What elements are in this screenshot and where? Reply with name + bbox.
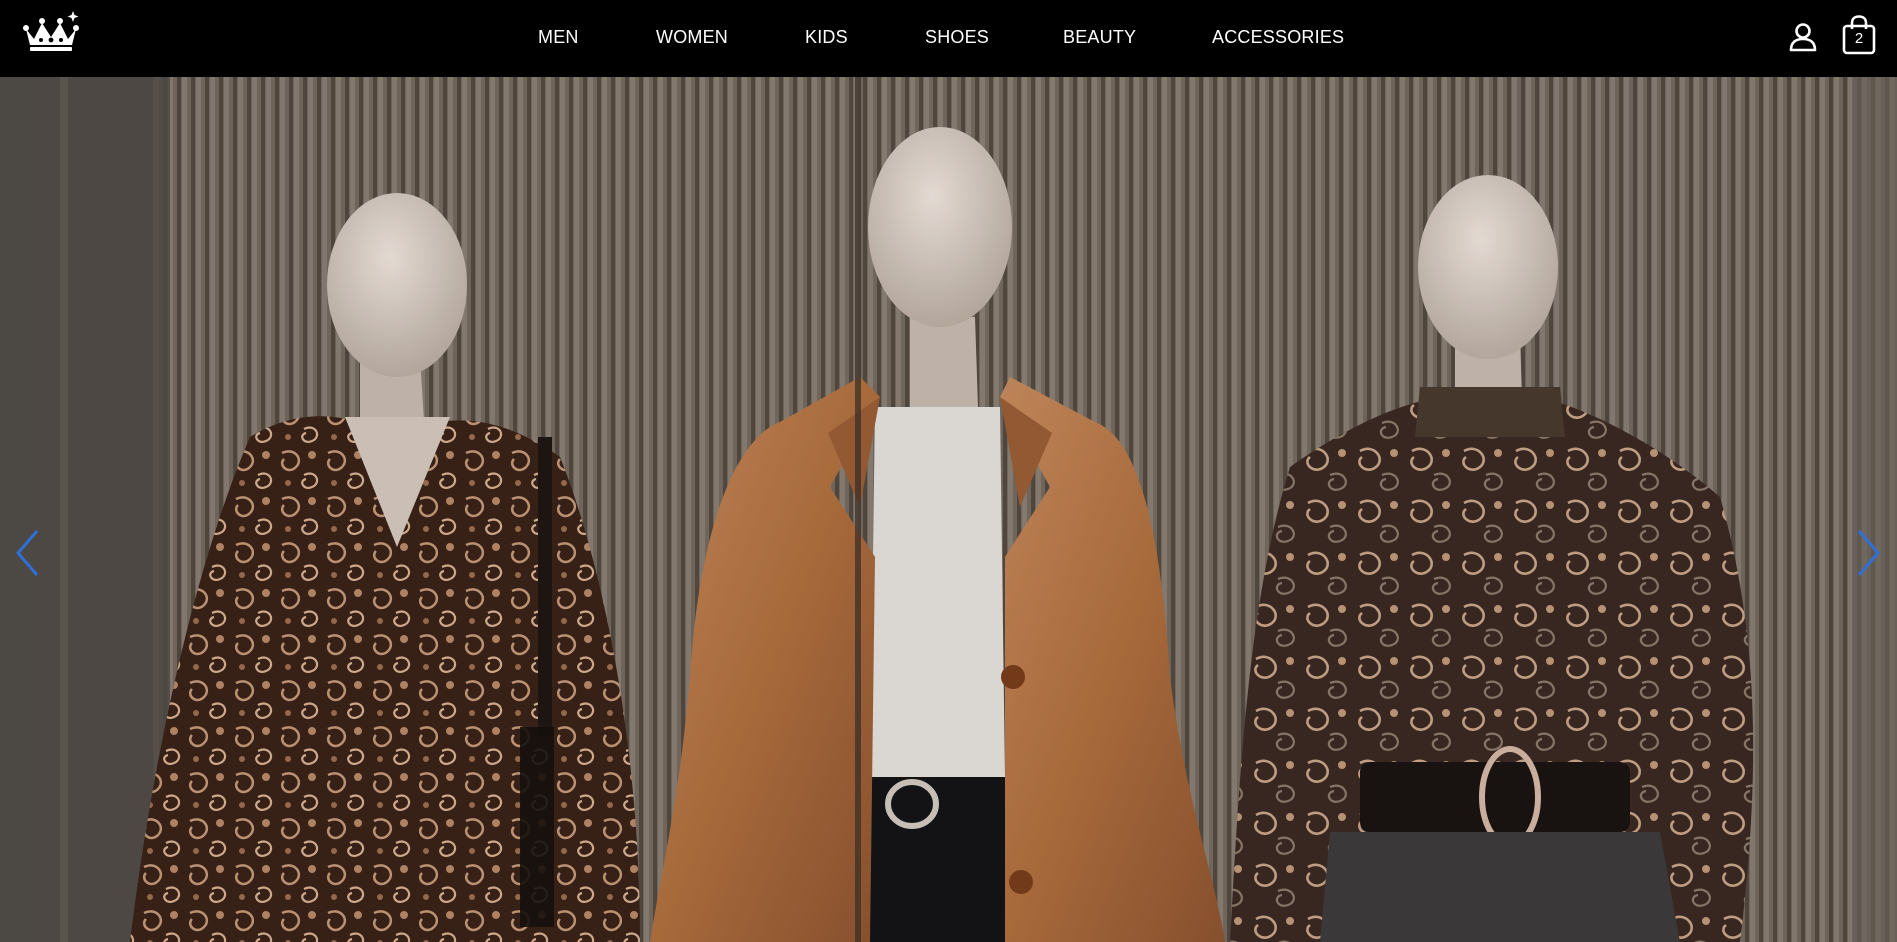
nav-link-shoes[interactable]: SHOES xyxy=(925,27,989,48)
nav-link-women[interactable]: WOMEN xyxy=(656,27,728,48)
main-nav: MEN WOMEN KIDS SHOES BEAUTY ACCESSORIES xyxy=(0,0,1897,77)
nav-link-beauty[interactable]: BEAUTY xyxy=(1063,27,1136,48)
nav-link-accessories[interactable]: ACCESSORIES xyxy=(1212,27,1344,48)
nav-link-men[interactable]: MEN xyxy=(538,27,579,48)
user-icon[interactable] xyxy=(1788,22,1818,52)
cart-count-badge: 2 xyxy=(1854,30,1864,47)
chevron-right-icon[interactable] xyxy=(1851,527,1885,579)
hero-carousel xyxy=(0,77,1897,942)
cart-button[interactable]: 2 xyxy=(1841,15,1877,55)
nav-link-kids[interactable]: KIDS xyxy=(805,27,848,48)
hero-image xyxy=(0,77,1897,942)
chevron-left-icon[interactable] xyxy=(11,527,45,579)
top-navbar: MEN WOMEN KIDS SHOES BEAUTY ACCESSORIES … xyxy=(0,0,1897,77)
